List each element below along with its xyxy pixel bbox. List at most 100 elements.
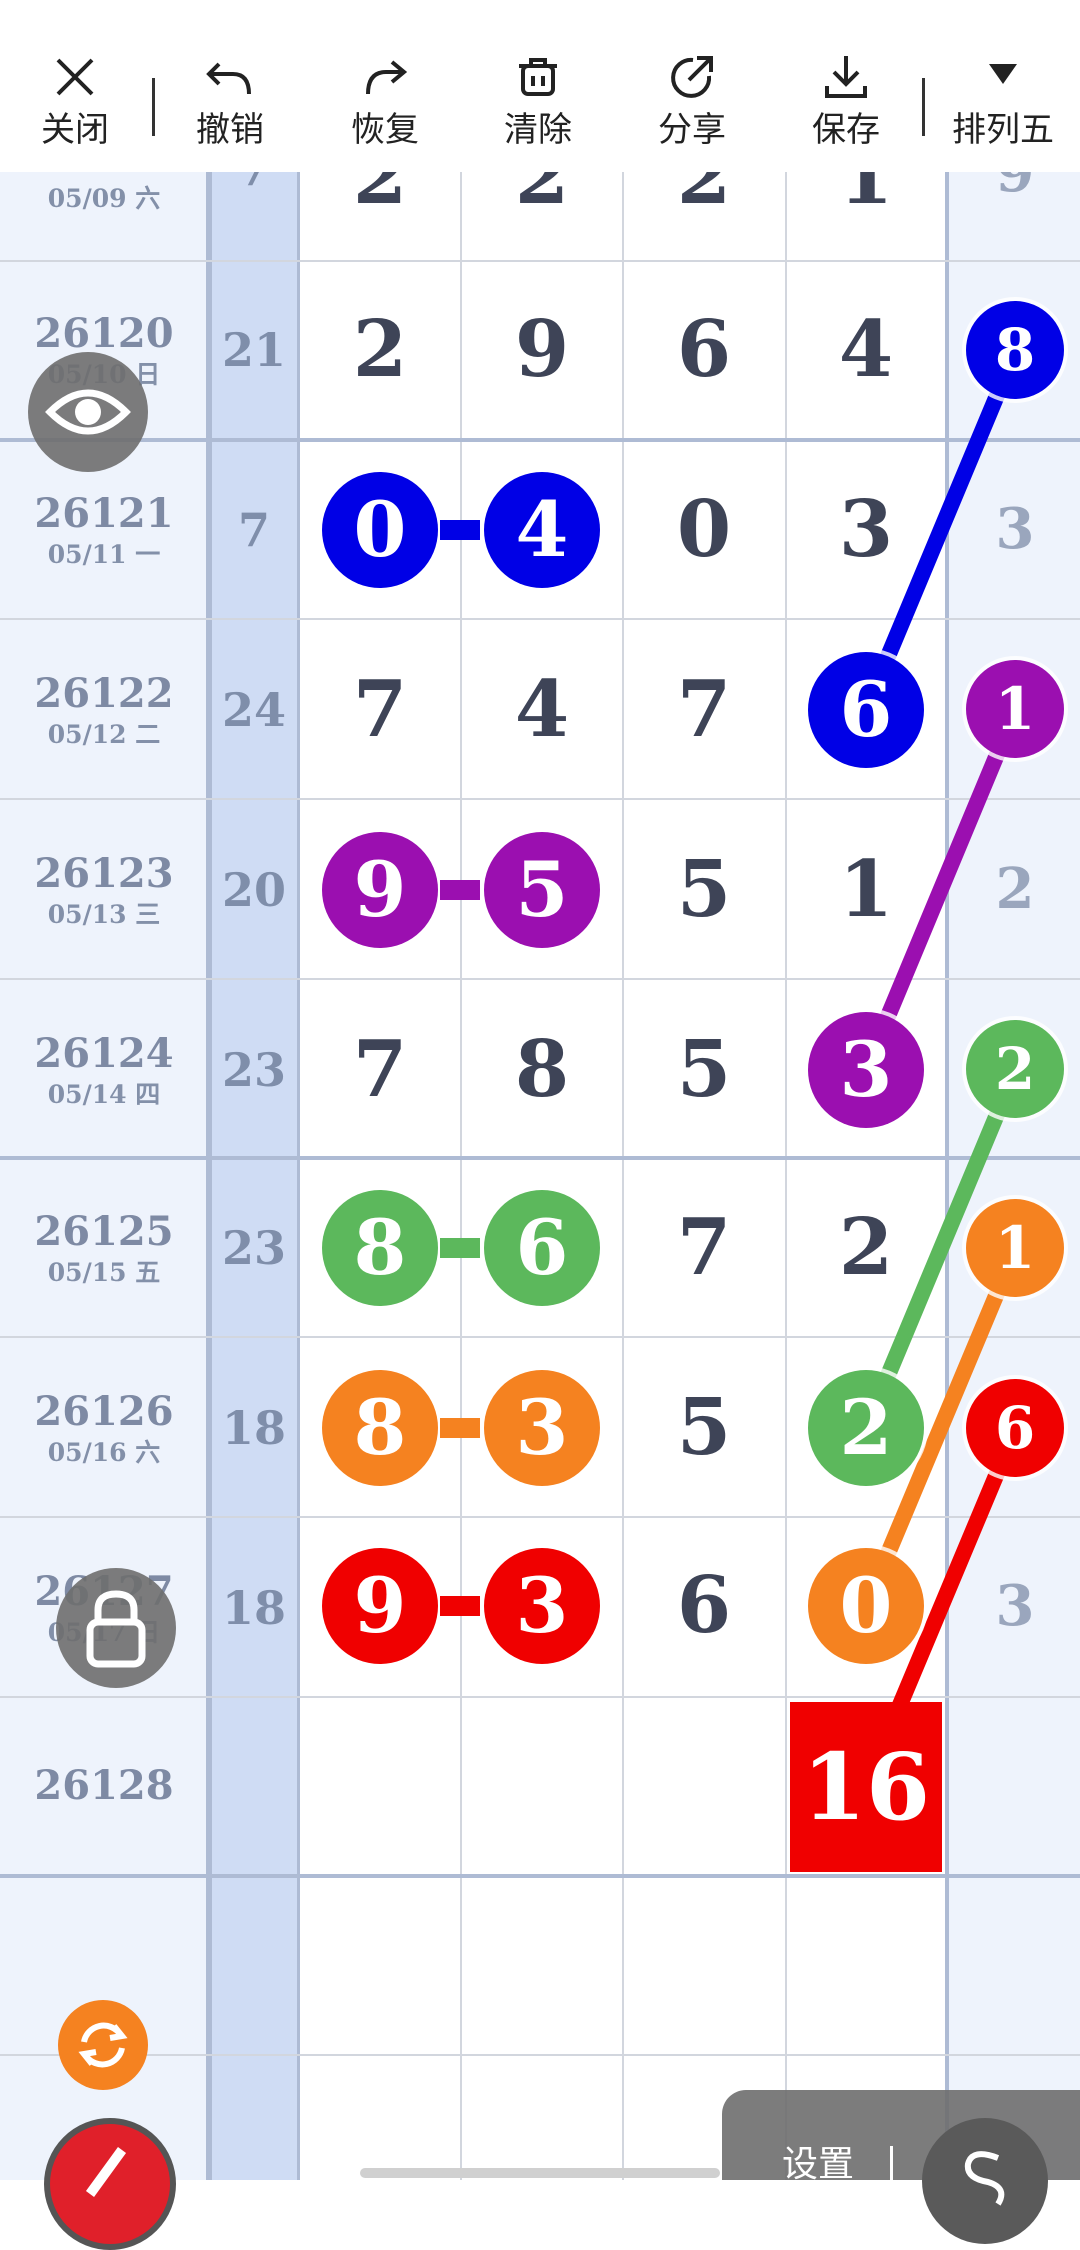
row-sum: 18 (221, 1581, 286, 1635)
trash-icon (519, 58, 557, 96)
last-digit-ball: 8 (966, 301, 1064, 399)
digit-cell: 4 (838, 304, 894, 395)
digit-cell: 1 (838, 844, 894, 935)
digit-cell: 3 (838, 484, 894, 575)
digit-cell: 4 (514, 664, 570, 755)
undo-button[interactable]: 撤销 (170, 50, 290, 150)
redo-icon (366, 60, 408, 95)
digit-cell: 7 (676, 664, 732, 755)
pair-link (440, 1418, 480, 1438)
digit-cell: 9 (514, 304, 570, 395)
pair-ball: 8 (322, 1370, 438, 1486)
clear-label: 清除 (504, 111, 572, 149)
eye-icon (45, 389, 131, 435)
panel-divider (890, 2146, 893, 2180)
last-digit-ball: 2 (966, 1020, 1064, 1118)
eye-toggle-button[interactable] (28, 352, 148, 472)
row-issue: 26120 (34, 310, 174, 357)
row-issue: 26128 (34, 1762, 174, 1809)
last-digit-ball: 1 (966, 1199, 1064, 1297)
pair-ball: 9 (322, 1548, 438, 1664)
digit-cell: 8 (514, 1024, 570, 1115)
row-date: 05/13 三 (47, 900, 161, 929)
last-digit-ball: 1 (966, 660, 1064, 758)
digit-cell: 7 (676, 1202, 732, 1293)
row-sum: 18 (221, 1401, 286, 1455)
pen-button[interactable] (44, 2118, 176, 2250)
pair-link (440, 520, 480, 540)
row-issue: 26126 (34, 1388, 174, 1435)
row-sum: 23 (221, 1221, 286, 1275)
refresh-icon (78, 2022, 128, 2068)
last-digit: 9 (995, 172, 1035, 205)
share-icon (671, 56, 713, 98)
digit-cell: 2 (352, 172, 408, 222)
row-date: 05/15 五 (47, 1258, 161, 1287)
toolbar-divider (922, 78, 925, 136)
last-digit: 2 (995, 856, 1035, 922)
pair-ball: 0 (322, 472, 438, 588)
settings-label[interactable]: 设置 (782, 2144, 854, 2184)
toolbar: 关闭 撤销 恢复 清除 分享 保存 排列五 (0, 0, 1080, 172)
digit-cell: 5 (676, 1024, 732, 1115)
trend-ball: 6 (808, 652, 924, 768)
lock-icon (86, 1590, 146, 1668)
pair-ball: 4 (484, 472, 600, 588)
pair-link (440, 880, 480, 900)
row-sum: 20 (221, 863, 286, 917)
lottery-type-dropdown[interactable]: 排列五 (943, 50, 1063, 150)
row-date: 05/09 六 (47, 184, 161, 213)
digit-cell: 2 (514, 172, 570, 222)
trend-ball: 2 (808, 1370, 924, 1486)
download-icon (825, 56, 867, 98)
share-button[interactable]: 分享 (632, 50, 752, 150)
digit-cell: 0 (676, 484, 732, 575)
save-button[interactable]: 保存 (786, 50, 906, 150)
save-label: 保存 (812, 111, 880, 149)
pair-link (440, 1238, 480, 1258)
row-sum: 23 (221, 1043, 286, 1097)
route-button[interactable] (922, 2118, 1048, 2244)
digit-cell: 2 (676, 172, 732, 222)
digit-cell: 5 (676, 844, 732, 935)
redo-label: 恢复 (351, 111, 419, 149)
digit-cell: 1 (838, 172, 894, 222)
row-sum: 24 (221, 683, 286, 737)
digit-cell: 6 (676, 1560, 732, 1651)
bottom-panel: 设置 (722, 2090, 1080, 2244)
pen-icon (85, 2147, 127, 2197)
close-button[interactable]: 关闭 (15, 50, 135, 150)
toolbar-divider (152, 78, 155, 136)
close-label: 关闭 (41, 111, 109, 149)
close-icon (56, 58, 94, 96)
lottery-type-label: 排列五 (952, 111, 1054, 149)
digit-cell: 5 (676, 1382, 732, 1473)
refresh-button[interactable] (58, 2000, 148, 2090)
pair-ball: 9 (322, 832, 438, 948)
trend-ball: 3 (808, 1012, 924, 1128)
row-issue: 26122 (34, 670, 174, 717)
row-issue: 26124 (34, 1030, 174, 1077)
share-label: 分享 (658, 111, 726, 149)
lock-button[interactable] (56, 1568, 176, 1688)
dropdown-triangle-icon (989, 64, 1017, 84)
pair-ball: 3 (484, 1548, 600, 1664)
pair-link (440, 1596, 480, 1616)
row-sum: 7 (210, 172, 298, 194)
route-icon (964, 2151, 1005, 2206)
digit-cell: 7 (352, 1024, 408, 1115)
row-issue: 26125 (34, 1208, 174, 1255)
redo-button[interactable]: 恢复 (325, 50, 445, 150)
clear-button[interactable]: 清除 (478, 50, 598, 150)
highlight-box[interactable]: 16 (790, 1702, 942, 1872)
undo-icon (206, 62, 251, 95)
trend-ball: 0 (808, 1548, 924, 1664)
row-sum: 7 (237, 503, 270, 557)
row-date: 05/11 一 (47, 540, 161, 569)
row-sum: 21 (221, 323, 286, 377)
last-digit-ball: 6 (966, 1379, 1064, 1477)
home-indicator (360, 2168, 720, 2178)
digit-cell: 2 (352, 304, 408, 395)
last-digit: 3 (995, 1573, 1035, 1639)
pair-ball: 3 (484, 1370, 600, 1486)
